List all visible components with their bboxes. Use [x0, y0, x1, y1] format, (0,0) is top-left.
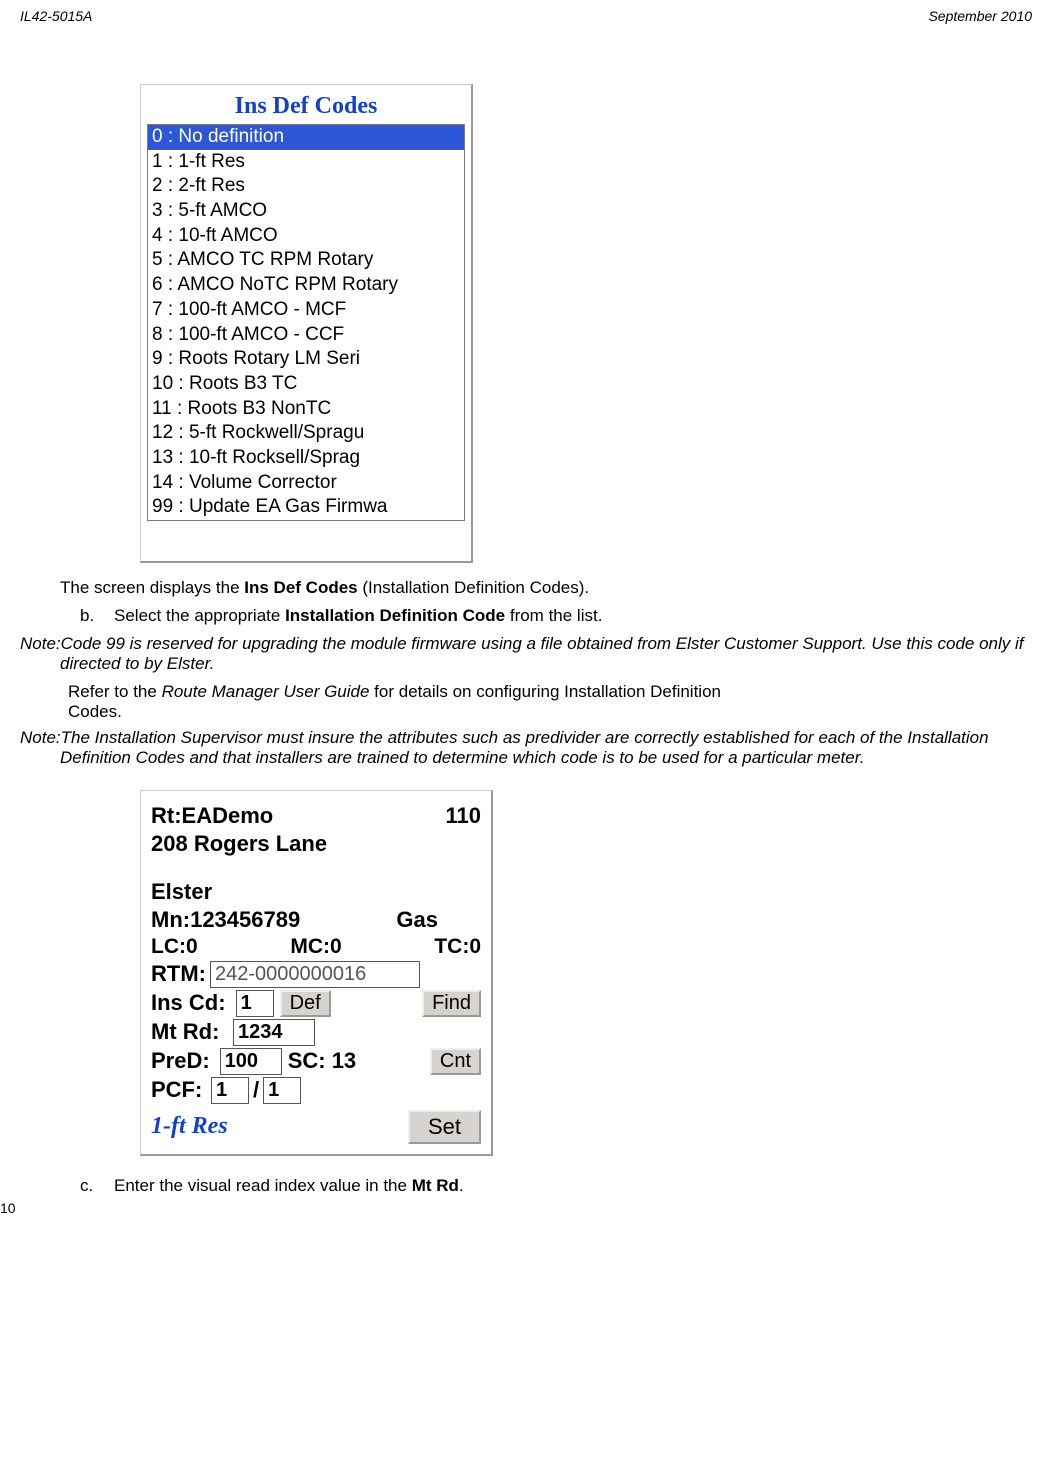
list-item[interactable]: 9 : Roots Rotary LM Seri	[148, 347, 464, 372]
caption-line: The screen displays the Ins Def Codes (I…	[60, 577, 1032, 600]
pred-label: PreD:	[151, 1048, 210, 1074]
list-item[interactable]: 11 : Roots B3 NonTC	[148, 397, 464, 422]
ins-def-codes-list[interactable]: 0 : No definition 1 : 1-ft Res 2 : 2-ft …	[147, 124, 465, 521]
tc-value: TC:0	[434, 935, 481, 959]
step-c: c. Enter the visual read index value in …	[80, 1176, 1032, 1196]
inscd-label: Ins Cd:	[151, 990, 226, 1016]
selected-code-name: 1-ft Res	[151, 1113, 228, 1140]
set-button[interactable]: Set	[408, 1110, 481, 1144]
pred-input[interactable]	[220, 1048, 282, 1075]
pcf-label: PCF:	[151, 1077, 207, 1103]
mtrd-label: Mt Rd:	[151, 1019, 229, 1045]
address: 208 Rogers Lane	[151, 831, 327, 857]
list-item[interactable]: 0 : No definition	[148, 125, 464, 150]
step-b-text: Select the appropriate Installation Defi…	[114, 606, 602, 626]
page-number: 10	[0, 1200, 16, 1216]
step-b: b. Select the appropriate Installation D…	[80, 606, 1032, 626]
list-item[interactable]: 6 : AMCO NoTC RPM Rotary	[148, 273, 464, 298]
meter-entry-panel: Rt:EADemo 110 208 Rogers Lane Elster Mn:…	[140, 790, 493, 1156]
mc-value: MC:0	[290, 935, 341, 959]
ins-def-codes-panel: Ins Def Codes 0 : No definition 1 : 1-ft…	[140, 84, 473, 563]
list-item[interactable]: 10 : Roots B3 TC	[148, 372, 464, 397]
pcf-denominator-input[interactable]	[263, 1077, 301, 1104]
rtm-input[interactable]	[210, 961, 420, 988]
cnt-button[interactable]: Cnt	[430, 1048, 481, 1075]
list-item[interactable]: 2 : 2-ft Res	[148, 174, 464, 199]
step-c-text: Enter the visual read index value in the…	[114, 1176, 464, 1196]
list-item[interactable]: 1 : 1-ft Res	[148, 150, 464, 175]
list-item[interactable]: 7 : 100-ft AMCO - MCF	[148, 298, 464, 323]
list-item[interactable]: 4 : 10-ft AMCO	[148, 224, 464, 249]
sc-value: SC: 13	[288, 1048, 356, 1074]
route-number: 110	[446, 803, 482, 829]
note-2: Note: The Installation Supervisor must i…	[20, 728, 1032, 768]
step-c-bullet: c.	[80, 1176, 96, 1196]
service-type: Gas	[396, 907, 438, 933]
def-button[interactable]: Def	[280, 990, 331, 1017]
meter-number: Mn:123456789	[151, 907, 300, 933]
doc-id: IL42-5015A	[20, 8, 92, 24]
list-item[interactable]: 13 : 10-ft Rocksell/Sprag	[148, 446, 464, 471]
refer-line: Refer to the Route Manager User Guide fo…	[68, 682, 768, 722]
pcf-sep: /	[253, 1077, 259, 1103]
list-item[interactable]: 5 : AMCO TC RPM Rotary	[148, 248, 464, 273]
find-button[interactable]: Find	[422, 990, 481, 1017]
ins-def-codes-title: Ins Def Codes	[141, 85, 471, 124]
list-item[interactable]: 8 : 100-ft AMCO - CCF	[148, 323, 464, 348]
rtm-label: RTM:	[151, 961, 206, 987]
list-item[interactable]: 12 : 5-ft Rockwell/Spragu	[148, 421, 464, 446]
company: Elster	[151, 879, 212, 905]
list-item[interactable]: 14 : Volume Corrector	[148, 471, 464, 496]
lc-value: LC:0	[151, 935, 198, 959]
pcf-numerator-input[interactable]	[211, 1077, 249, 1104]
list-item[interactable]: 3 : 5-ft AMCO	[148, 199, 464, 224]
note-1: Note: Code 99 is reserved for upgrading …	[20, 634, 1032, 674]
inscd-input[interactable]	[236, 990, 274, 1017]
list-item[interactable]: 99 : Update EA Gas Firmwa	[148, 495, 464, 520]
doc-date: September 2010	[928, 8, 1032, 24]
mtrd-input[interactable]	[233, 1019, 315, 1046]
route-label: Rt:EADemo	[151, 803, 273, 829]
step-b-bullet: b.	[80, 606, 96, 626]
